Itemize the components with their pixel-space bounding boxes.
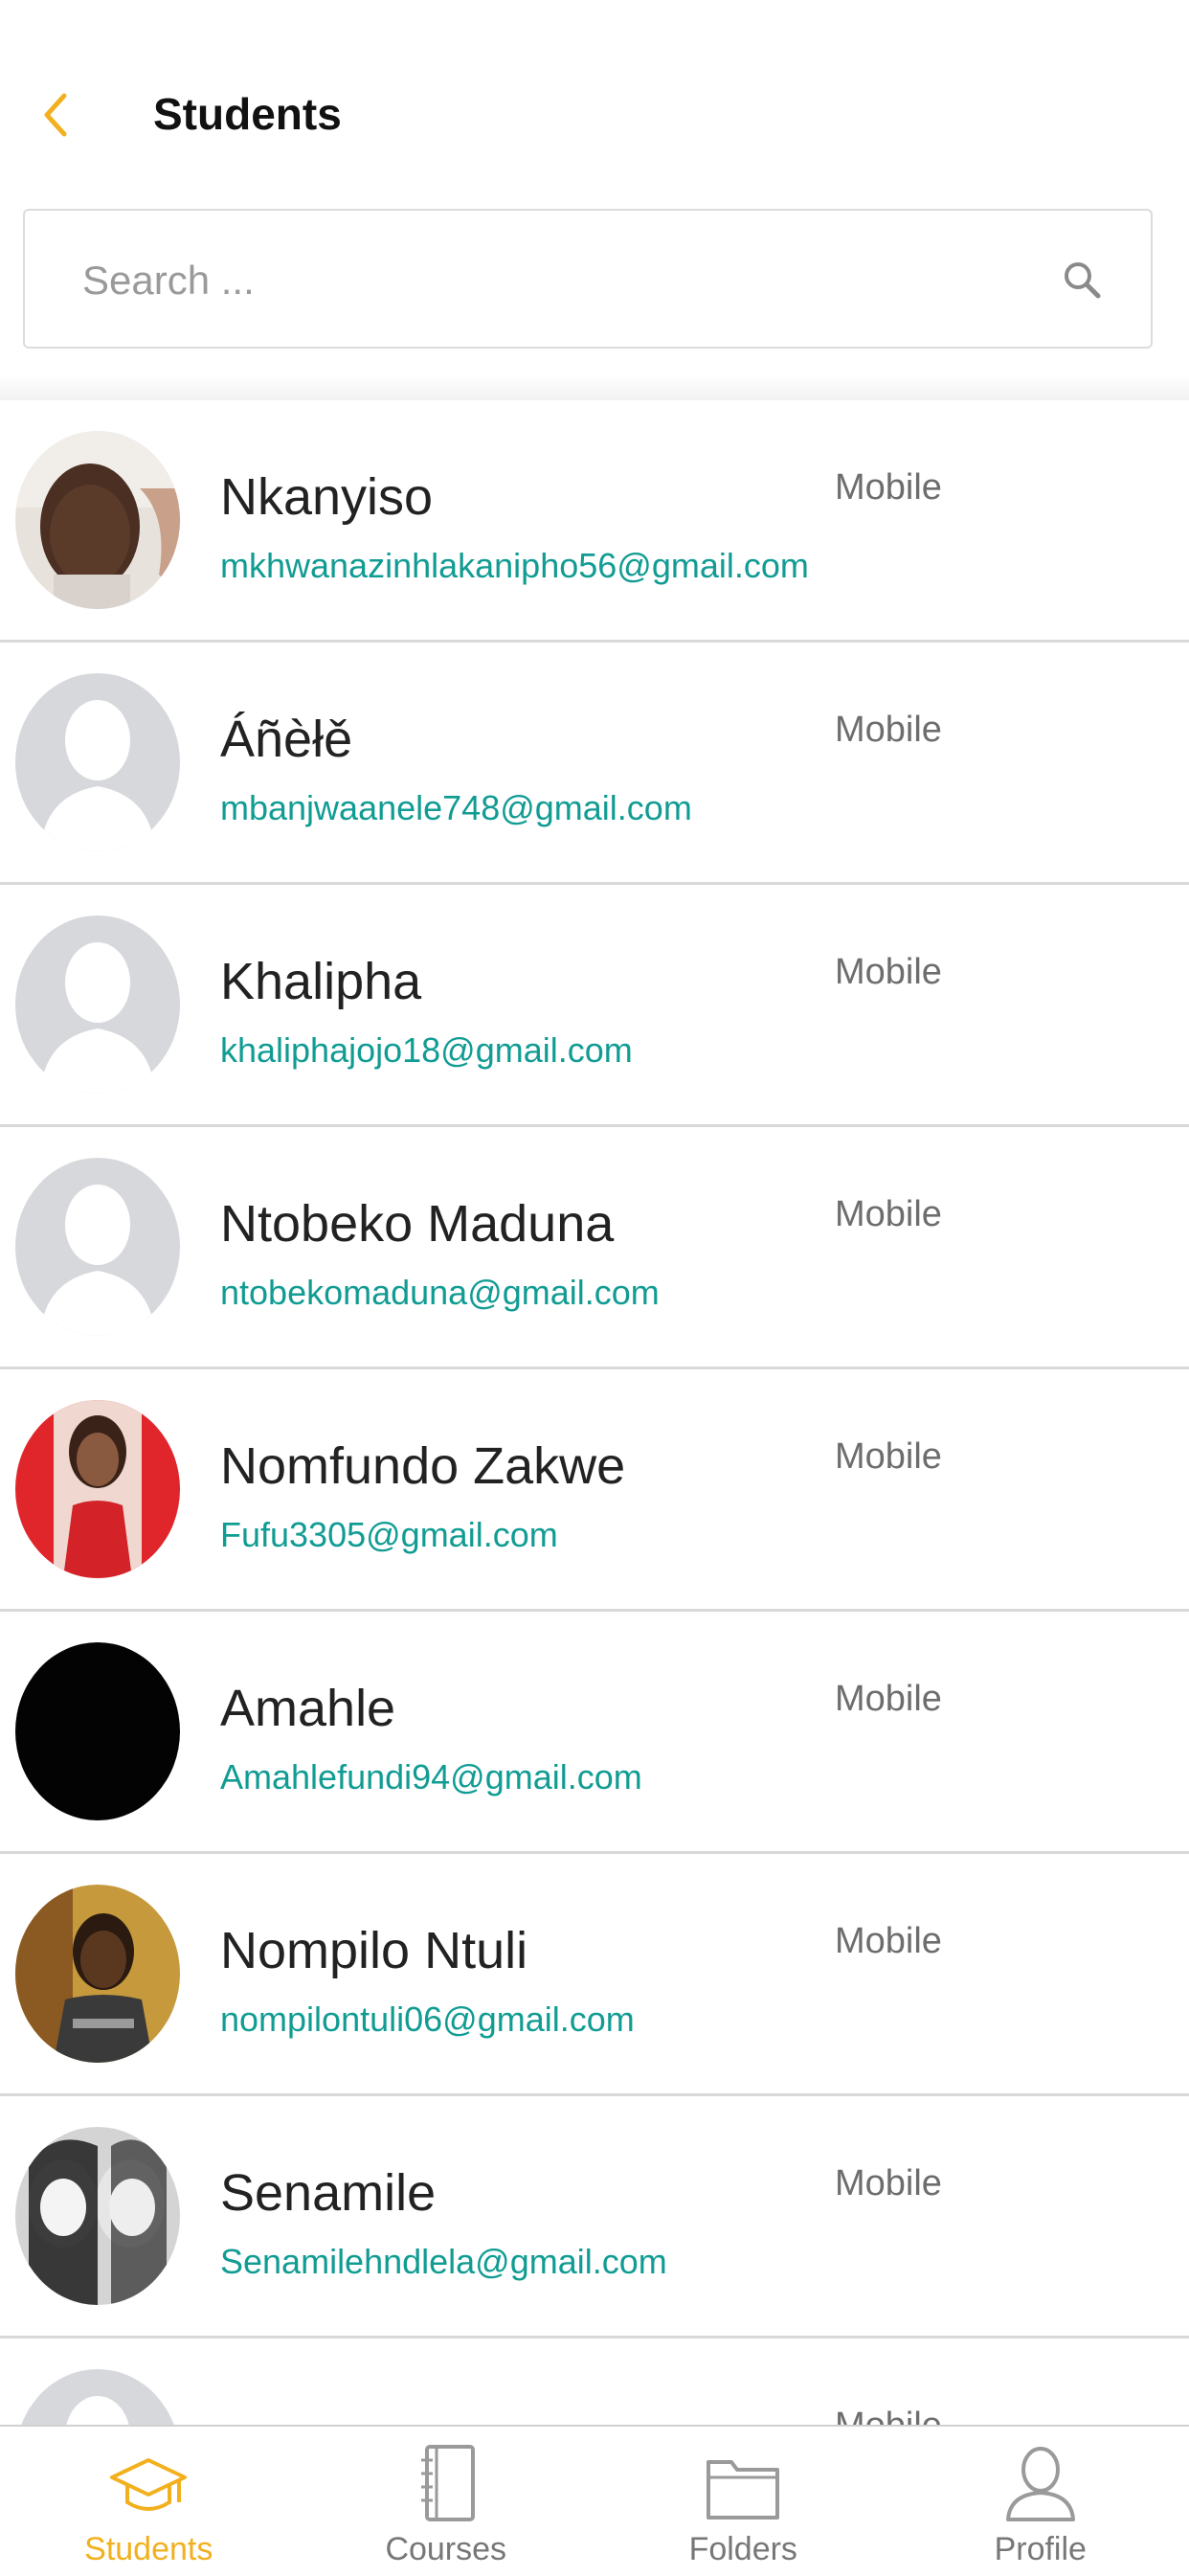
nav-courses[interactable]: Courses [298,2427,595,2576]
platform-label: Mobile [835,1679,942,1720]
avatar [15,2127,180,2305]
avatar-placeholder [15,673,180,851]
student-row[interactable]: Mobile [0,2339,1189,2425]
student-email: mkhwanazinhlakanipho56@gmail.com [220,546,809,586]
student-email: Fufu3305@gmail.com [220,1515,558,1555]
student-name: Amahle [220,1679,395,1738]
avatar-placeholder [15,1158,180,1336]
nav-folders[interactable]: Folders [594,2427,892,2576]
notebook-icon [406,2439,486,2525]
students-list: Nkanyiso mkhwanazinhlakanipho56@gmail.co… [0,400,1189,2425]
platform-label: Mobile [835,710,942,751]
list-top-divider [0,375,1189,403]
student-name: Khalipha [220,952,421,1011]
search-box[interactable] [23,209,1153,349]
student-name: Nomfundo Zakwe [220,1436,625,1496]
student-row[interactable]: Nkanyiso mkhwanazinhlakanipho56@gmail.co… [0,400,1189,643]
avatar [15,1885,180,2063]
student-row[interactable]: Nompilo Ntuli nompilontuli06@gmail.com M… [0,1854,1189,2096]
chevron-left-icon [41,92,70,138]
avatar [15,1400,180,1578]
user-icon [1000,2439,1081,2525]
app-header: Students [0,0,1189,201]
nav-profile[interactable]: Profile [892,2427,1189,2576]
graduation-cap-icon [108,2439,189,2525]
student-name: Nompilo Ntuli [220,1921,527,1980]
avatar-placeholder [15,2369,180,2425]
nav-students-label: Students [84,2531,213,2568]
student-email: Amahlefundi94@gmail.com [220,1757,642,1797]
page-title: Students [153,88,342,140]
nav-folders-label: Folders [689,2531,797,2568]
student-name: Ntobeko Maduna [220,1194,614,1254]
student-name: Senamile [220,2163,436,2223]
platform-label: Mobile [835,467,942,508]
nav-students[interactable]: Students [0,2427,298,2576]
student-row[interactable]: Senamile Senamilehndlela@gmail.com Mobil… [0,2096,1189,2339]
platform-label: Mobile [835,952,942,993]
student-row[interactable]: Ntobeko Maduna ntobekomaduna@gmail.com M… [0,1127,1189,1369]
search-icon[interactable] [1061,259,1103,301]
student-email: Senamilehndlela@gmail.com [220,2242,667,2282]
student-email: nompilontuli06@gmail.com [220,2000,635,2040]
platform-label: Mobile [835,1436,942,1478]
nav-profile-label: Profile [995,2531,1087,2568]
platform-label: Mobile [835,2406,942,2425]
student-name: Áñèłě [220,710,352,769]
back-button[interactable] [36,92,75,138]
student-email: mbanjwaanele748@gmail.com [220,788,692,828]
avatar [15,431,180,609]
student-email: khaliphajojo18@gmail.com [220,1030,633,1071]
student-name: Nkanyiso [220,467,433,527]
search-input[interactable] [80,249,1042,312]
bottom-nav: Students Courses Folders Profile [0,2425,1189,2576]
student-email: ntobekomaduna@gmail.com [220,1273,660,1313]
nav-courses-label: Courses [385,2531,506,2568]
platform-label: Mobile [835,1194,942,1235]
platform-label: Mobile [835,2163,942,2204]
student-row[interactable]: Amahle Amahlefundi94@gmail.com Mobile [0,1612,1189,1854]
avatar-placeholder [15,915,180,1094]
folder-icon [703,2439,783,2525]
student-row[interactable]: Khalipha khaliphajojo18@gmail.com Mobile [0,885,1189,1127]
student-row[interactable]: Nomfundo Zakwe Fufu3305@gmail.com Mobile [0,1369,1189,1612]
platform-label: Mobile [835,1921,942,1962]
avatar [15,1642,180,1820]
student-row[interactable]: Áñèłě mbanjwaanele748@gmail.com Mobile [0,643,1189,885]
